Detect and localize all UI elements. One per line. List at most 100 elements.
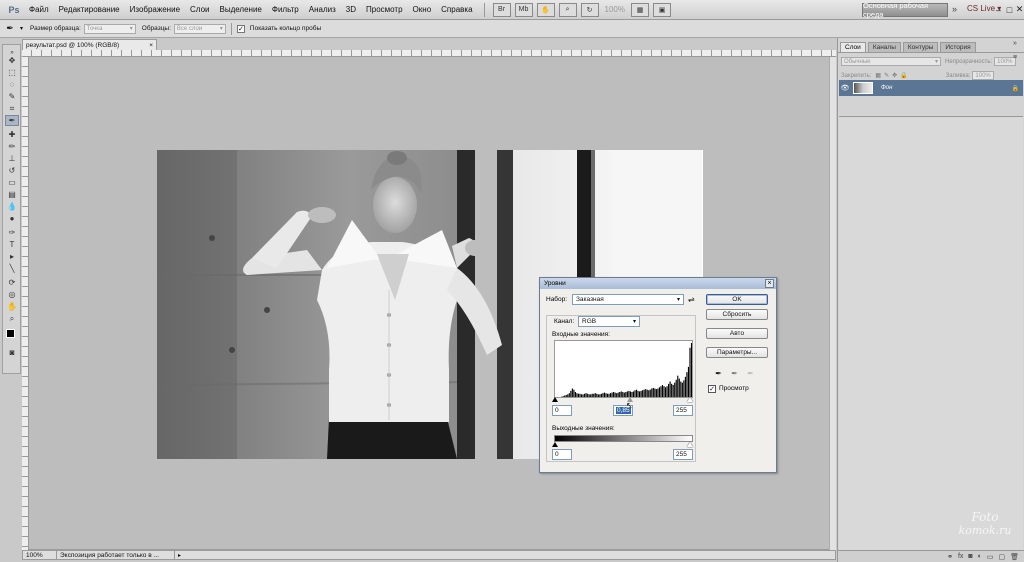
pen-tool-icon[interactable]: ✑ [5, 227, 19, 238]
sample-select[interactable]: Все слои ▾ [173, 23, 226, 34]
zoom-icon[interactable]: ⌕ [558, 2, 577, 17]
adjustment-icon[interactable]: ◐ [978, 553, 982, 560]
channel-select[interactable]: RGB ▾ [578, 316, 640, 327]
menu-window[interactable]: Окно [408, 5, 437, 14]
lock-position-icon[interactable]: ✥ [892, 72, 897, 79]
mini-bridge-icon[interactable]: Mb [514, 2, 533, 17]
fx-icon[interactable]: fx [958, 553, 963, 560]
eyedropper-tool-icon[interactable]: ✒ [0, 23, 20, 34]
blur-tool-icon[interactable]: 💧 [5, 201, 19, 212]
zoom-tool-icon[interactable]: ⌕ [5, 313, 19, 324]
bridge-icon[interactable]: Br [492, 2, 511, 17]
fill-input[interactable]: 100% [972, 71, 995, 80]
menu-3d[interactable]: 3D [341, 5, 361, 14]
zoom-level[interactable]: 100% [601, 5, 629, 14]
screen-mode-icon[interactable]: ▣ [653, 2, 671, 17]
path-selection-tool-icon[interactable]: ▸ [5, 251, 19, 262]
menu-analysis[interactable]: Анализ [304, 5, 341, 14]
history-brush-tool-icon[interactable]: ↺ [5, 165, 19, 176]
input-white-field[interactable]: 255 [673, 405, 693, 416]
ruler-vertical[interactable] [22, 57, 29, 550]
lock-image-icon[interactable]: ✎ [884, 72, 889, 79]
close-icon[interactable]: × [765, 279, 774, 288]
arrange-documents-icon[interactable]: ▦ [631, 2, 649, 17]
type-tool-icon[interactable]: T [5, 239, 19, 250]
3d-camera-tool-icon[interactable]: ◎ [5, 289, 19, 300]
mask-icon[interactable]: ◙ [968, 553, 972, 560]
rotate-view-icon[interactable]: ↻ [580, 2, 599, 17]
input-black-field[interactable]: 0 [552, 405, 572, 416]
menu-layers[interactable]: Слои [185, 5, 214, 14]
new-layer-icon[interactable]: ▢ [998, 553, 1005, 561]
lasso-tool-icon[interactable]: ◌ [5, 79, 19, 90]
quick-mask-icon[interactable]: ◙ [5, 347, 19, 358]
eraser-tool-icon[interactable]: ▭ [5, 177, 19, 188]
tab-history[interactable]: История [940, 42, 976, 52]
foreground-color-swatch[interactable] [6, 329, 15, 338]
black-eyedropper-icon[interactable]: ✒ [714, 368, 723, 379]
sample-size-select[interactable]: Точка ▾ [83, 23, 136, 34]
output-white-field[interactable]: 255 [673, 449, 693, 460]
show-ring-checkbox[interactable]: ✓ [236, 24, 245, 33]
document-tab[interactable]: результат.psd @ 100% (RGB/8) × [22, 39, 157, 50]
close-icon[interactable]: ✕ [1013, 3, 1024, 16]
status-zoom[interactable]: 100% [23, 551, 57, 559]
input-white-slider[interactable] [687, 397, 693, 402]
trash-icon[interactable]: 🗑 [1010, 553, 1019, 561]
menu-filter[interactable]: Фильтр [267, 5, 304, 14]
menu-view[interactable]: Просмотр [361, 5, 408, 14]
gradient-tool-icon[interactable]: ▤ [5, 189, 19, 200]
dodge-tool-icon[interactable]: ● [5, 213, 19, 224]
tab-layers[interactable]: Слои [840, 42, 866, 52]
crop-tool-icon[interactable]: ⌗ [5, 103, 19, 114]
lock-transparency-icon[interactable]: ▦ [875, 72, 881, 79]
panel-collapse-icon[interactable]: » [1013, 40, 1017, 47]
link-icon[interactable]: ⚭ [947, 553, 953, 561]
ok-button[interactable]: OK [706, 294, 768, 305]
menu-file[interactable]: Файл [24, 5, 54, 14]
workspace-button[interactable]: Основная рабочая среда [862, 1, 948, 19]
quick-select-tool-icon[interactable]: ✎ [5, 91, 19, 102]
ruler-horizontal[interactable] [22, 50, 836, 57]
layer-row[interactable]: 👁 Фон 🔒 [839, 80, 1023, 96]
tab-paths[interactable]: Контуры [902, 42, 939, 52]
menu-help[interactable]: Справка [436, 5, 477, 14]
marquee-tool-icon[interactable]: ⬚ [5, 67, 19, 78]
layer-list[interactable] [839, 116, 1023, 562]
menu-select[interactable]: Выделение [214, 5, 266, 14]
lock-all-icon[interactable]: 🔒 [900, 72, 907, 79]
gray-eyedropper-icon[interactable]: ✒ [730, 368, 739, 379]
status-info[interactable]: Экспозиция работает только в ... [57, 551, 175, 559]
auto-button[interactable]: Авто [706, 328, 768, 339]
output-black-slider[interactable] [552, 442, 558, 447]
tab-channels[interactable]: Каналы [867, 42, 901, 52]
preset-options-icon[interactable]: ⇌ [688, 295, 695, 304]
move-tool-icon[interactable]: ✥ [5, 55, 19, 66]
tool-preset-arrow-icon[interactable]: ▾ [20, 25, 23, 32]
blend-mode-select[interactable]: Обычные ▾ [841, 57, 941, 66]
output-white-slider[interactable] [687, 442, 693, 447]
eyedropper-tool-icon[interactable]: ✒ [5, 115, 19, 126]
panel-menu-icon[interactable]: ≡ [1013, 54, 1017, 61]
brush-tool-icon[interactable]: ✏ [5, 141, 19, 152]
vertical-scrollbar[interactable] [829, 57, 836, 550]
visibility-eye-icon[interactable]: 👁 [839, 84, 851, 92]
hand-icon[interactable]: ✋ [536, 2, 555, 17]
status-arrow-icon[interactable]: ▸ [175, 551, 184, 559]
hand-tool-icon[interactable]: ✋ [5, 301, 19, 312]
preview-checkbox[interactable]: ✓ [708, 385, 716, 393]
folder-icon[interactable]: ▭ [987, 553, 994, 561]
3d-rotate-tool-icon[interactable]: ⟳ [5, 277, 19, 288]
clone-stamp-tool-icon[interactable]: ⊥ [5, 153, 19, 164]
output-black-field[interactable]: 0 [552, 449, 572, 460]
document-close-icon[interactable]: × [149, 42, 153, 49]
levels-title-bar[interactable]: Уровни × [540, 278, 776, 289]
menu-edit[interactable]: Редактирование [54, 5, 125, 14]
reset-button[interactable]: Сбросить [706, 309, 768, 320]
options-button[interactable]: Параметры... [706, 347, 768, 358]
white-eyedropper-icon[interactable]: ✒ [746, 368, 755, 379]
menu-image[interactable]: Изображение [125, 5, 185, 14]
shape-tool-icon[interactable]: ╲ [5, 263, 19, 274]
preset-select[interactable]: Заказная ▾ [572, 294, 684, 305]
workspace-more-icon[interactable]: » [952, 4, 957, 14]
